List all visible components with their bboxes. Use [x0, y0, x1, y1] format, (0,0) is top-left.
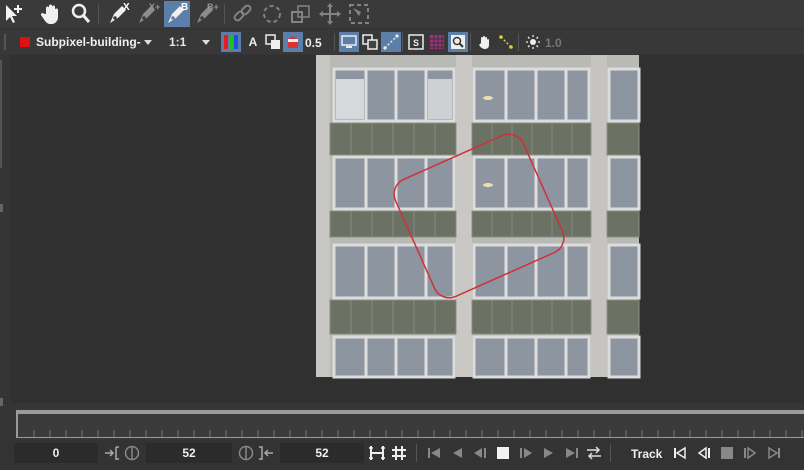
start-frame-field[interactable]: 52: [146, 443, 232, 463]
zoom-level-label: 1:1: [169, 35, 187, 49]
clip-name-label: Subpixel-building-: [36, 35, 141, 49]
solo-mode-icon[interactable]: S: [406, 32, 426, 52]
zoom-dropdown[interactable]: 1:1: [166, 32, 214, 52]
end-frame-value: 52: [315, 446, 329, 460]
clip-selector-dropdown[interactable]: Subpixel-building-: [12, 32, 158, 52]
pen-b-plus-badge: B+: [207, 2, 219, 12]
start-frame-value: 52: [182, 446, 196, 460]
pan-hand-icon[interactable]: [38, 1, 64, 27]
out-point-clock-icon[interactable]: [236, 443, 256, 463]
track-label: Track: [631, 447, 663, 461]
scale-shape-icon[interactable]: [288, 1, 314, 27]
monitor-display-icon[interactable]: [339, 32, 359, 52]
in-point-clock-icon[interactable]: [122, 443, 142, 463]
timeline-ruler[interactable]: [16, 410, 804, 438]
rgb-channels-icon[interactable]: [221, 32, 241, 52]
track-forward-icon[interactable]: [763, 443, 783, 463]
gamma-value[interactable]: 1.0: [545, 36, 562, 50]
pen-x-tool-icon[interactable]: X: [106, 1, 132, 27]
loop-mode-icon[interactable]: [584, 443, 604, 463]
pen-b-badge: B: [181, 2, 188, 13]
pen-b-plus-tool-icon[interactable]: B+: [193, 1, 219, 27]
track-step-backward-icon[interactable]: [694, 443, 714, 463]
pen-x-badge: X: [123, 2, 130, 13]
overlay-blend-icon[interactable]: [263, 32, 283, 52]
viewer-toolbar: Subpixel-building- 1:1 A 0.5 S 1.0: [0, 30, 804, 54]
playback-bar: 0 52 52 Track: [0, 440, 804, 470]
stop-icon[interactable]: [493, 443, 513, 463]
pen-x-plus-tool-icon[interactable]: X+: [135, 1, 161, 27]
set-in-point-icon[interactable]: [102, 443, 122, 463]
zoom-range-icon[interactable]: [389, 443, 409, 463]
hand-track-icon[interactable]: [475, 32, 495, 52]
chevron-down-icon: [202, 40, 210, 45]
grid-overlay-icon[interactable]: [427, 32, 447, 52]
set-out-point-icon[interactable]: [256, 443, 276, 463]
current-frame-value: 0: [52, 446, 60, 460]
zoom-window-icon[interactable]: [448, 32, 468, 52]
pen-x-plus-badge: X+: [149, 2, 160, 12]
link-chain-icon[interactable]: [230, 1, 256, 27]
pen-b-tool-icon[interactable]: B: [164, 1, 190, 27]
layers-stack-icon[interactable]: [360, 32, 380, 52]
spline-path-icon[interactable]: [381, 32, 401, 52]
go-to-start-icon[interactable]: [424, 443, 444, 463]
end-frame-field[interactable]: 52: [280, 443, 364, 463]
rotate-shape-icon[interactable]: [259, 1, 285, 27]
viewer-canvas[interactable]: [10, 55, 804, 403]
clip-color-swatch: [20, 37, 30, 47]
point-track-icon[interactable]: [496, 32, 516, 52]
svg-text:S: S: [413, 38, 419, 48]
step-backward-icon[interactable]: [470, 443, 490, 463]
brightness-sun-icon[interactable]: [523, 32, 543, 52]
alpha-label: A: [248, 35, 258, 49]
chevron-down-icon: [144, 40, 152, 45]
step-forward-icon[interactable]: [516, 443, 536, 463]
zoom-magnifier-icon[interactable]: [68, 1, 94, 27]
current-frame-field[interactable]: 0: [14, 443, 98, 463]
fit-range-icon[interactable]: [367, 443, 387, 463]
move-arrows-icon[interactable]: [317, 1, 343, 27]
play-forward-icon[interactable]: [539, 443, 559, 463]
left-panel-edge: [0, 55, 10, 406]
track-stop-icon[interactable]: [717, 443, 737, 463]
go-to-end-icon[interactable]: [562, 443, 582, 463]
track-backward-icon[interactable]: [671, 443, 691, 463]
opacity-value[interactable]: 0.5: [305, 36, 322, 50]
bucket-opacity-icon[interactable]: [283, 32, 303, 52]
select-add-tool-icon[interactable]: [0, 1, 26, 27]
alpha-channel-button[interactable]: A: [243, 32, 263, 52]
clip-frame-image: [316, 55, 641, 379]
tool-toolbar: X X+ B B+: [0, 0, 804, 28]
play-backward-icon[interactable]: [447, 443, 467, 463]
track-step-forward-icon[interactable]: [740, 443, 760, 463]
transform-box-icon[interactable]: [346, 1, 372, 27]
